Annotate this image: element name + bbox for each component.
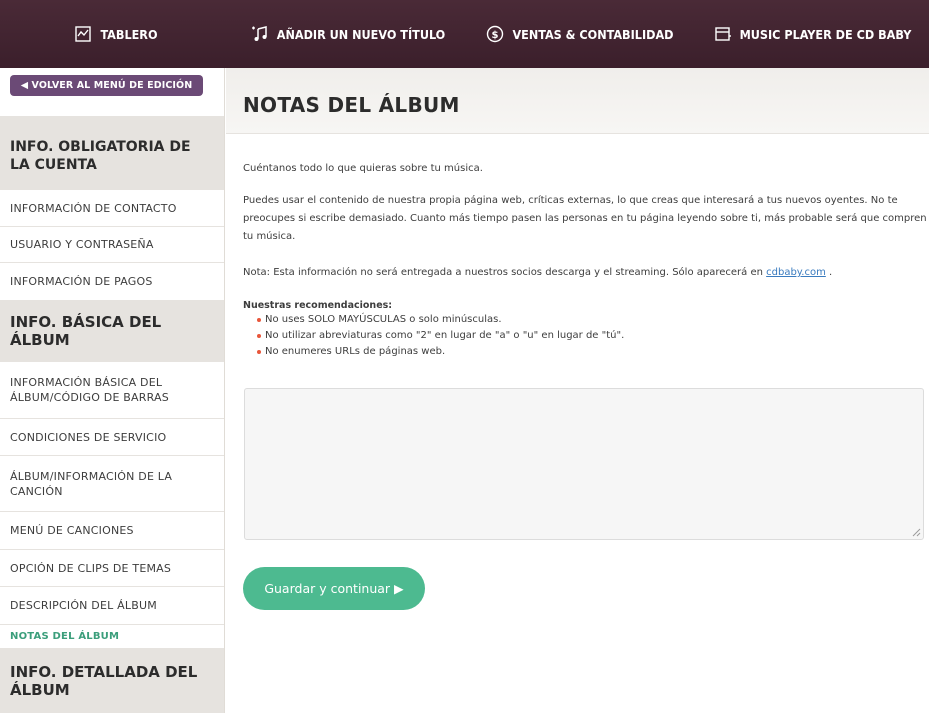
section-required-account: INFO. OBLIGATORIA DE LA CUENTA (0, 116, 224, 190)
dashboard-icon (75, 26, 92, 42)
album-notes-textarea[interactable] (244, 388, 924, 540)
sidebar-item-label: USUARIO Y CONTRASEÑA (10, 238, 154, 251)
nav-label: AÑADIR UN NUEVO TÍTULO (276, 26, 446, 42)
resize-handle-icon[interactable] (911, 527, 921, 537)
top-nav: TABLERO AÑADIR UN NUEVO TÍTULO $ VENTAS … (0, 0, 929, 68)
nav-add-title[interactable]: AÑADIR UN NUEVO TÍTULO (232, 0, 464, 68)
sidebar-item-label: CONDICIONES DE SERVICIO (10, 430, 167, 444)
dollar-circle-icon: $ (487, 25, 504, 43)
list-item: No enumeres URLs de páginas web. (257, 344, 624, 360)
section-title: INFO. OBLIGATORIA DE LA CUENTA (10, 139, 191, 173)
section-title: INFO. BÁSICA DEL ÁLBUM (10, 313, 162, 349)
section-basic-album: INFO. BÁSICA DEL ÁLBUM (0, 300, 224, 362)
sidebar-item-label: OPCIÓN DE CLIPS DE TEMAS (10, 561, 172, 575)
page-title: NOTAS DEL ÁLBUM (243, 92, 460, 117)
sidebar-item-label: INFORMACIÓN DE PAGOS (10, 275, 153, 288)
list-item: No uses SOLO MAYÚSCULAS o solo minúscula… (257, 312, 624, 328)
sidebar-item-album-description[interactable]: DESCRIPCIÓN DEL ÁLBUM (0, 587, 224, 625)
nav-label: VENTAS & CONTABILIDAD (512, 26, 674, 42)
nav-tablero[interactable]: TABLERO (0, 0, 232, 68)
sidebar-item-song-menu[interactable]: MENÚ DE CANCIONES (0, 512, 224, 550)
section-title: INFO. DETALLADA DEL ÁLBUM (10, 662, 198, 699)
nav-sales[interactable]: $ VENTAS & CONTABILIDAD (464, 0, 696, 68)
player-icon (714, 27, 731, 41)
sidebar-item-label: INFORMACIÓN BÁSICA DEL ÁLBUM/CÓDIGO DE B… (10, 376, 169, 404)
sidebar: ◀ VOLVER AL MENÚ DE EDICIÓN INFO. OBLIGA… (0, 68, 225, 713)
nav-label: MUSIC PLAYER DE CD BABY (739, 26, 912, 42)
description-paragraph: Puedes usar el contenido de nuestra prop… (243, 195, 927, 242)
list-item: No utilizar abreviaturas como "2" en lug… (257, 328, 624, 344)
sidebar-item-terms[interactable]: CONDICIONES DE SERVICIO (0, 419, 224, 456)
sidebar-item-basic-album-info[interactable]: INFORMACIÓN BÁSICA DEL ÁLBUM/CÓDIGO DE B… (0, 362, 224, 419)
sidebar-item-payments[interactable]: INFORMACIÓN DE PAGOS (0, 263, 224, 300)
svg-text:$: $ (492, 30, 499, 41)
sidebar-item-label: ÁLBUM/INFORMACIÓN DE LA CANCIÓN (10, 469, 173, 498)
sidebar-item-contact[interactable]: INFORMACIÓN DE CONTACTO (0, 190, 224, 227)
note-suffix: . (825, 267, 833, 278)
sidebar-item-album-song-info[interactable]: ÁLBUM/INFORMACIÓN DE LA CANCIÓN (0, 456, 224, 512)
note-prefix: Nota: Esta información no será entregada… (243, 267, 767, 278)
sidebar-item-label: INFORMACIÓN DE CONTACTO (10, 201, 177, 215)
nav-label: TABLERO (100, 26, 158, 42)
sidebar-item-label: MENÚ DE CANCIONES (10, 524, 134, 537)
note-text: Nota: Esta información no será entregada… (243, 264, 832, 282)
back-to-edit-menu-button[interactable]: ◀ VOLVER AL MENÚ DE EDICIÓN (10, 75, 203, 96)
music-note-icon (251, 26, 267, 41)
sidebar-item-clips[interactable]: OPCIÓN DE CLIPS DE TEMAS (0, 550, 224, 587)
intro-text: Cuéntanos todo lo que quieras sobre tu m… (243, 163, 483, 174)
section-detailed-album: INFO. DETALLADA DEL ÁLBUM (0, 648, 224, 713)
cdbaby-link[interactable]: cdbaby.com (766, 267, 826, 278)
sidebar-item-album-notes[interactable]: NOTAS DEL ÁLBUM (0, 625, 224, 648)
sidebar-item-label: DESCRIPCIÓN DEL ÁLBUM (10, 599, 157, 612)
recommendations-list: No uses SOLO MAYÚSCULAS o solo minúscula… (257, 312, 624, 360)
save-and-continue-button[interactable]: Guardar y continuar ▶ (243, 567, 425, 610)
sidebar-item-label: NOTAS DEL ÁLBUM (10, 631, 120, 642)
nav-music-player[interactable]: MUSIC PLAYER DE CD BABY (696, 0, 929, 68)
sidebar-item-user-password[interactable]: USUARIO Y CONTRASEÑA (0, 227, 224, 263)
page-header: NOTAS DEL ÁLBUM (226, 68, 929, 134)
